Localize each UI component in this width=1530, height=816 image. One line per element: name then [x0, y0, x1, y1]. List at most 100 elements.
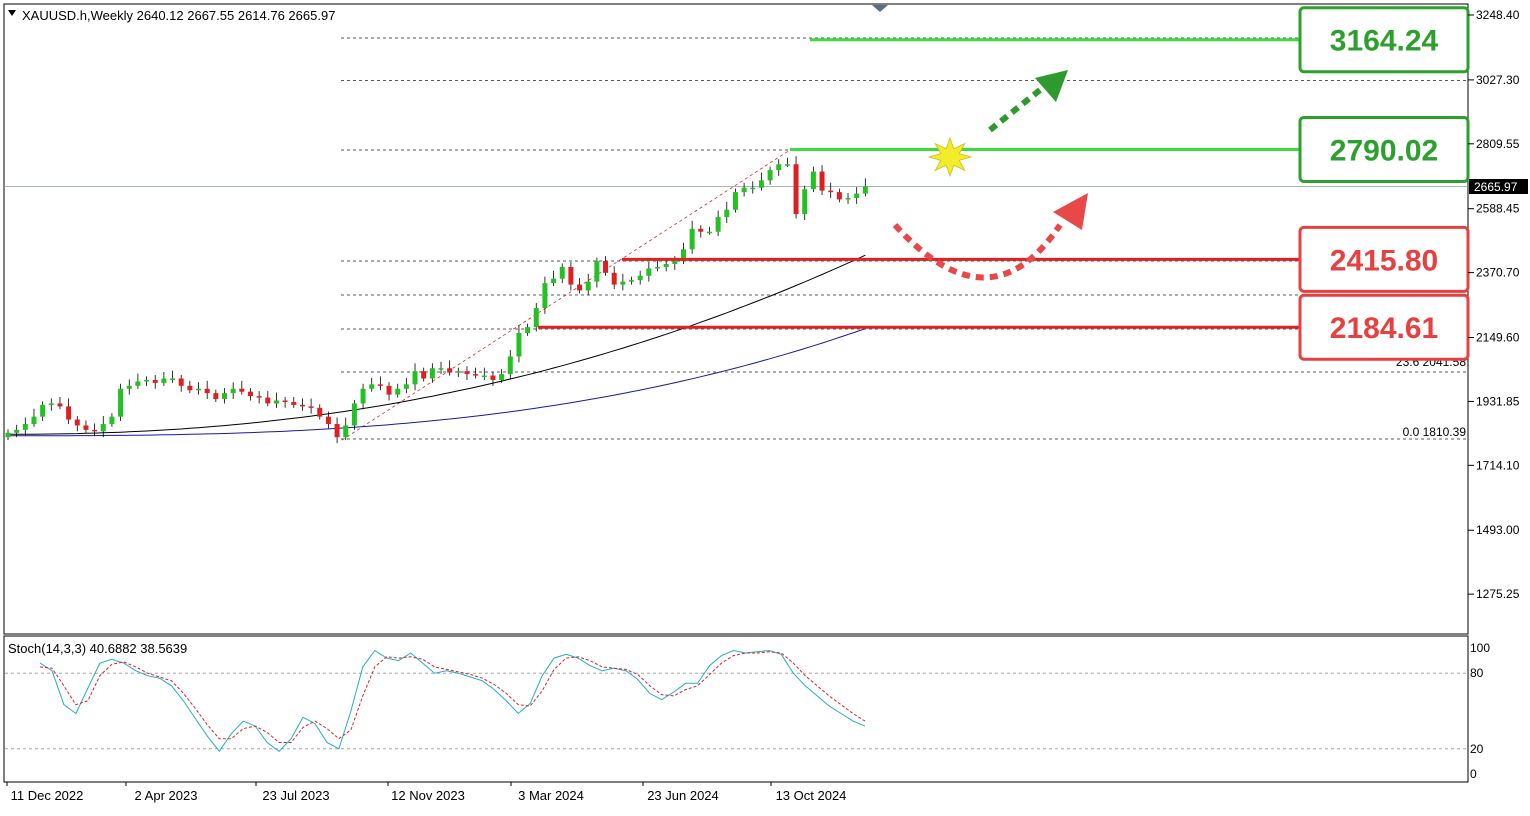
- candle-body: [256, 396, 262, 398]
- price-tick-label: 3027.30: [1476, 73, 1520, 87]
- current-price-tag: 2665.97: [1474, 180, 1518, 194]
- candle-body: [603, 261, 609, 273]
- candle-body: [5, 432, 11, 438]
- candle-body: [620, 281, 626, 285]
- stoch-panel-frame: [3, 635, 1469, 783]
- candle-body: [724, 209, 730, 218]
- candle-body: [447, 368, 453, 373]
- candle-body: [187, 385, 193, 391]
- candle-body: [22, 423, 28, 430]
- price-tick-label: 1714.10: [1476, 458, 1520, 472]
- candle-body: [403, 384, 409, 389]
- candle-body: [100, 423, 106, 432]
- price-tick-label: 1931.85: [1476, 394, 1520, 408]
- time-tick-label: 23 Jun 2024: [647, 788, 719, 803]
- price-chart[interactable]: XAUUSD.h,Weekly 2640.12 2667.55 2614.76 …: [0, 0, 1530, 811]
- candle-body: [377, 384, 383, 386]
- candle-body: [585, 281, 591, 291]
- candle-body: [732, 192, 738, 210]
- candle-body: [247, 391, 253, 397]
- candle-body: [507, 356, 513, 375]
- candle-body: [74, 419, 80, 426]
- candle-body: [845, 197, 851, 200]
- candle-body: [386, 385, 392, 395]
- stoch-label: Stoch(14,3,3) 40.6882 38.5639: [8, 641, 187, 656]
- price-tick-label: 2809.55: [1476, 137, 1520, 151]
- time-tick-label: 11 Dec 2022: [11, 788, 84, 803]
- candle-body: [706, 231, 712, 234]
- time-tick-label: 23 Jul 2023: [262, 788, 329, 803]
- candle-body: [689, 228, 695, 250]
- time-tick-label: 2 Apr 2023: [135, 788, 198, 803]
- candle-body: [429, 368, 435, 379]
- candle-body: [135, 381, 141, 386]
- candle-body: [230, 388, 236, 394]
- support-level-label: 2415.80: [1330, 244, 1438, 277]
- candle-body: [516, 332, 522, 357]
- candle-body: [663, 264, 669, 267]
- candle-body: [655, 266, 660, 269]
- candle-body: [118, 388, 124, 417]
- candle-body: [611, 272, 617, 285]
- candle-body: [741, 187, 747, 193]
- candle-body: [551, 278, 557, 284]
- stoch-tick-label: 100: [1470, 641, 1490, 655]
- candle-body: [767, 170, 773, 181]
- candle-body: [239, 388, 245, 392]
- candle-body: [308, 406, 314, 408]
- time-tick-label: 12 Nov 2023: [391, 788, 465, 803]
- candle-body: [836, 192, 842, 200]
- candle-body: [126, 385, 132, 389]
- candle-body: [802, 189, 808, 215]
- time-tick-label: 13 Oct 2024: [776, 788, 847, 803]
- candle-body: [542, 283, 548, 309]
- stoch-tick-label: 0: [1470, 767, 1477, 781]
- candle-body: [83, 425, 89, 430]
- candle-body: [559, 266, 565, 279]
- candle-body: [299, 404, 305, 407]
- candle-body: [455, 371, 461, 373]
- price-tick-label: 1493.00: [1476, 523, 1520, 537]
- candle-body: [412, 371, 418, 385]
- stoch-tick-label: 80: [1470, 666, 1484, 680]
- price-tick-label: 2370.70: [1476, 266, 1520, 280]
- candle-body: [464, 371, 470, 375]
- candle-body: [265, 397, 271, 404]
- candle-body: [109, 416, 115, 424]
- candle-body: [222, 393, 227, 400]
- candle-body: [334, 423, 340, 438]
- candle-body: [360, 388, 366, 404]
- candle-body: [144, 379, 150, 382]
- candle-body: [525, 327, 531, 333]
- candle-body: [325, 416, 331, 424]
- resistance-level-label: 3164.24: [1330, 25, 1439, 58]
- candle-body: [161, 378, 167, 383]
- candle-body: [31, 416, 37, 424]
- candle-body: [57, 403, 63, 407]
- candle-body: [196, 388, 202, 391]
- candle-body: [828, 190, 834, 193]
- time-tick-label: 3 Mar 2024: [518, 788, 584, 803]
- price-tick-label: 2149.60: [1476, 331, 1520, 345]
- candle-body: [819, 171, 825, 191]
- candle-body: [395, 388, 401, 395]
- price-tick-label: 3248.40: [1476, 8, 1520, 22]
- candle-body: [282, 400, 288, 403]
- candle-body: [698, 228, 704, 232]
- stoch-tick-label: 20: [1470, 742, 1484, 756]
- candle-body: [758, 180, 764, 188]
- candle-body: [291, 401, 297, 405]
- candle-body: [568, 266, 574, 285]
- candle-body: [170, 378, 176, 380]
- candle-body: [473, 374, 479, 376]
- candle-body: [577, 284, 583, 291]
- price-tick-label: 1275.25: [1476, 587, 1520, 601]
- breakout-star-icon: [927, 136, 973, 178]
- candle-body: [793, 164, 799, 215]
- candle-body: [369, 384, 375, 389]
- resistance-level-label: 2790.02: [1330, 135, 1438, 168]
- candle-body: [273, 400, 279, 404]
- candle-body: [594, 261, 600, 282]
- fib-level-label: 0.0 1810.39: [1403, 425, 1467, 439]
- candle-body: [490, 375, 496, 380]
